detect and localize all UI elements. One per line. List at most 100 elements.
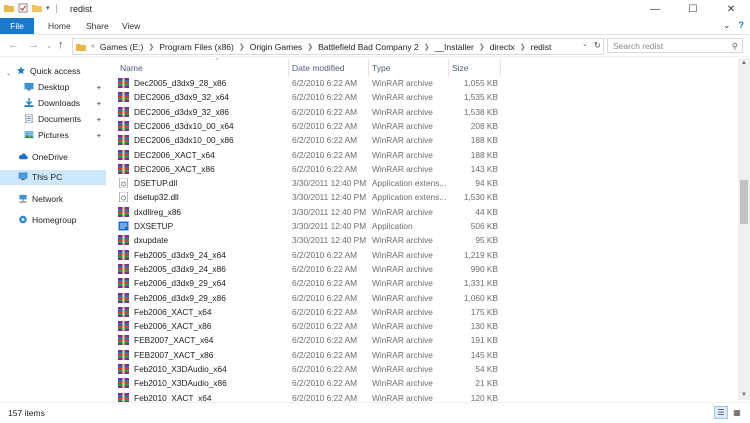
column-divider[interactable] (448, 60, 449, 76)
table-row[interactable]: FEB2007_XACT_x86 6/2/2010 6:22 AM WinRAR a… (110, 348, 738, 362)
up-arrow-icon[interactable]: ↑ (58, 39, 64, 51)
file-type: WinRAR archive (372, 149, 433, 160)
file-name: Feb2006_d3dx9_29_x86 (134, 292, 226, 303)
recent-locations-icon[interactable]: ⌄ (46, 42, 52, 50)
pin-icon[interactable]: ✦ (96, 132, 102, 140)
file-name: Feb2006_XACT_x64 (134, 306, 212, 317)
table-row[interactable]: Feb2006_XACT_x64 6/2/2010 6:22 AM WinRAR a… (110, 305, 738, 319)
scrollbar-thumb[interactable] (740, 180, 748, 224)
breadcrumb-program-files[interactable]: Program Files (x86) (156, 42, 237, 52)
properties-icon[interactable] (18, 3, 28, 13)
breadcrumb-directx[interactable]: directx (487, 42, 518, 52)
close-button[interactable]: ✕ (712, 0, 750, 18)
breadcrumb-battlefield[interactable]: Battlefield Bad Company 2 (315, 42, 422, 52)
quick-access-dropdown-icon[interactable]: ▾ (46, 4, 50, 12)
back-arrow-icon[interactable]: ← (8, 39, 19, 51)
file-size: 1,331 KB (463, 278, 498, 289)
tab-home[interactable]: Home (40, 18, 79, 34)
file-date-modified: 6/2/2010 6:22 AM (292, 263, 358, 274)
vertical-scrollbar[interactable]: ▲ ▼ (738, 58, 750, 400)
large-icons-view-icon[interactable]: ▦ (730, 406, 744, 419)
search-input[interactable]: Search redist ⚲ (607, 38, 743, 53)
tab-share[interactable]: Share (78, 18, 117, 34)
file-name: DSETUP.dll (134, 178, 178, 189)
table-row[interactable]: dxdllreg_x86 3/30/2011 12:40 PM WinRAR arc… (110, 205, 738, 219)
chevron-right-icon[interactable]: ❯ (422, 43, 432, 51)
column-divider[interactable] (368, 60, 369, 76)
file-size: 143 KB (470, 163, 498, 174)
breadcrumb-redist[interactable]: redist (528, 42, 555, 52)
breadcrumb-origin-games[interactable]: Origin Games (247, 42, 305, 52)
file-size: 191 KB (470, 335, 498, 346)
file-name: Feb2010_X3DAudio_x86 (134, 378, 227, 389)
table-row[interactable]: Feb2005_d3dx9_24_x64 6/2/2010 6:22 AM WinR… (110, 248, 738, 262)
details-view-icon[interactable]: ☰ (714, 406, 728, 419)
address-bar[interactable]: « Games (E:) ❯ Program Files (x86) ❯ Origi… (72, 38, 604, 55)
sidebar-item-downloads[interactable]: Downloads (24, 96, 80, 111)
file-date-modified: 6/2/2010 6:22 AM (292, 149, 358, 160)
chevron-right-icon[interactable]: ❯ (518, 43, 528, 51)
address-dropdown-icon[interactable]: ⌄ (582, 40, 588, 51)
file-name: Feb2005_d3dx9_24_x86 (134, 263, 226, 274)
table-row[interactable]: Feb2006_d3dx9_29_x86 6/2/2010 6:22 AM WinR… (110, 291, 738, 305)
minimize-button[interactable]: — (636, 0, 674, 18)
file-size: 130 KB (470, 321, 498, 332)
tab-view[interactable]: View (114, 18, 148, 34)
sidebar-item-desktop[interactable]: Desktop (24, 80, 69, 95)
table-row[interactable]: DEC2006_XACT_x64 6/2/2010 6:22 AM WinRAR a… (110, 148, 738, 162)
scroll-up-icon[interactable]: ▲ (738, 58, 750, 68)
table-row[interactable]: DEC2006_d3dx10_00_x86 6/2/2010 6:22 AM Win… (110, 133, 738, 147)
sidebar-item-onedrive[interactable]: OneDrive (18, 150, 68, 165)
winrar-archive-icon (118, 321, 129, 332)
column-header-type[interactable]: Type (372, 61, 390, 75)
new-folder-icon[interactable] (32, 3, 42, 13)
breadcrumb-overflow-icon[interactable]: « (89, 43, 97, 50)
table-row[interactable]: Feb2010_X3DAudio_x64 6/2/2010 6:22 AM WinR… (110, 362, 738, 376)
table-row[interactable]: DEC2006_d3dx9_32_x64 6/2/2010 6:22 AM WinR… (110, 90, 738, 104)
table-row[interactable]: Feb2006_XACT_x86 6/2/2010 6:22 AM WinRAR a… (110, 319, 738, 333)
help-icon[interactable]: ? (739, 20, 745, 31)
forward-arrow-icon[interactable]: → (28, 39, 39, 51)
column-header-date[interactable]: Date modified (292, 61, 344, 75)
sidebar-item-network[interactable]: Network (18, 192, 63, 207)
expand-ribbon-icon[interactable]: ⌄ (723, 20, 731, 31)
table-row[interactable]: DEC2006_d3dx10_00_x64 6/2/2010 6:22 AM Win… (110, 119, 738, 133)
table-row[interactable]: dsetup32.dll 3/30/2011 12:40 PM Applicatio… (110, 190, 738, 204)
column-header-size[interactable]: Size (452, 61, 469, 75)
table-row[interactable]: Dec2005_d3dx9_28_x86 6/2/2010 6:22 AM WinR… (110, 76, 738, 90)
pin-icon[interactable]: ✦ (96, 84, 102, 92)
pin-icon[interactable]: ✦ (96, 100, 102, 108)
table-row[interactable]: dxupdate 3/30/2011 12:40 PM WinRAR archive… (110, 233, 738, 247)
table-row[interactable]: FEB2007_XACT_x64 6/2/2010 6:22 AM WinRAR a… (110, 333, 738, 347)
sidebar-item-this-pc[interactable]: This PC (0, 170, 106, 185)
chevron-right-icon[interactable]: ❯ (477, 43, 487, 51)
table-row[interactable]: DEC2006_XACT_x86 6/2/2010 6:22 AM WinRAR a… (110, 162, 738, 176)
maximize-button[interactable]: ☐ (674, 0, 712, 18)
tab-file[interactable]: File (0, 18, 34, 34)
column-divider[interactable] (500, 60, 501, 76)
table-row[interactable]: DEC2006_d3dx9_32_x86 6/2/2010 6:22 AM WinR… (110, 105, 738, 119)
sidebar-item-quick-access[interactable]: ⌄ Quick access (6, 64, 81, 79)
refresh-icon[interactable]: ↻ (594, 40, 601, 51)
table-row[interactable]: DSETUP.dll 3/30/2011 12:40 PM Application … (110, 176, 738, 190)
table-row[interactable]: Feb2006_d3dx9_29_x64 6/2/2010 6:22 AM WinR… (110, 276, 738, 290)
column-divider[interactable] (288, 60, 289, 76)
chevron-down-icon[interactable]: ⌄ (6, 67, 12, 77)
file-type: WinRAR archive (372, 92, 433, 103)
breadcrumb-games-drive[interactable]: Games (E:) (97, 42, 146, 52)
sidebar-item-homegroup[interactable]: Homegroup (18, 213, 76, 228)
window-title: redist (70, 4, 93, 14)
pin-icon[interactable]: ✦ (96, 116, 102, 124)
scroll-down-icon[interactable]: ▼ (738, 390, 750, 400)
chevron-right-icon[interactable]: ❯ (146, 43, 156, 51)
sidebar-item-pictures[interactable]: Pictures (24, 128, 69, 143)
search-icon[interactable]: ⚲ (732, 39, 738, 54)
column-header-name[interactable]: Name (120, 61, 143, 75)
table-row[interactable]: Feb2005_d3dx9_24_x86 6/2/2010 6:22 AM WinR… (110, 262, 738, 276)
chevron-right-icon[interactable]: ❯ (305, 43, 315, 51)
chevron-right-icon[interactable]: ❯ (237, 43, 247, 51)
table-row[interactable]: DXSETUP 3/30/2011 12:40 PM Application 506 … (110, 219, 738, 233)
sidebar-item-documents[interactable]: Documents (24, 112, 81, 127)
breadcrumb-installer[interactable]: __Installer (432, 42, 477, 52)
table-row[interactable]: Feb2010_X3DAudio_x86 6/2/2010 6:22 AM WinR… (110, 376, 738, 390)
